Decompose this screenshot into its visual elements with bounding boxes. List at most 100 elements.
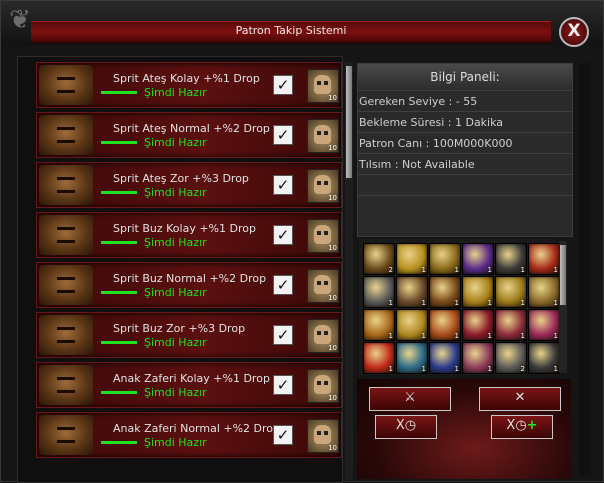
item-quantity: 10 [328,194,337,202]
boss-portrait-icon [39,165,93,205]
item-quantity: 10 [328,244,337,252]
item-quantity: 1 [388,365,393,373]
info-line [358,195,572,216]
boss-checkbox[interactable]: ✓ [273,375,293,395]
gold-gem-icon[interactable]: 1 [429,276,461,308]
boss-portrait-icon [39,215,93,255]
item-quantity: 1 [454,332,459,340]
boss-name: Sprit Buz Zor +%3 Drop [113,322,246,335]
cancel-button[interactable]: ✕ [479,387,561,411]
stone-gear-icon[interactable]: 2 [495,342,527,374]
info-line: Patron Canı : 100M000K000 [358,132,572,153]
mask-icon [314,325,331,344]
boss-row[interactable]: Sprit Buz Zor +%3 Drop Şimdi Hazır ✓ 10 [36,312,342,358]
pink-swirl-icon[interactable]: 1 [462,342,494,374]
inventory-scroll-thumb[interactable] [560,245,566,305]
cross-shield-icon[interactable]: 1 [495,309,527,341]
gold-flower-icon[interactable]: 1 [528,276,560,308]
gold-crown-icon[interactable]: 1 [462,276,494,308]
boss-checkbox[interactable]: ✓ [273,425,293,445]
plus-icon: + [526,418,538,433]
anvil-icon[interactable]: 1 [363,276,395,308]
boss-status: Şimdi Hazır [144,336,207,349]
close-button[interactable]: X [559,17,589,47]
boss-row[interactable]: Sprit Buz Kolay +%1 Drop Şimdi Hazır ✓ 10 [36,212,342,258]
inventory-scrollbar[interactable] [559,241,567,373]
boss-list[interactable]: Sprit Ateş Kolay +%1 Drop Şimdi Hazır ✓ 10 S… [17,56,343,483]
item-quantity: 1 [553,332,558,340]
item-quantity: 1 [553,365,558,373]
black-swirl-icon[interactable]: 1 [528,342,560,374]
boss-row[interactable]: Anak Zaferi Normal +%2 Drop Şimdi Hazır ✓ 1… [36,412,342,458]
boss-reward-item[interactable]: 10 [307,219,339,253]
atom-orb-icon[interactable]: 2 [363,243,395,275]
boss-row[interactable]: Sprit Ateş Normal +%2 Drop Şimdi Hazır ✓ 10 [36,112,342,158]
boss-checkbox[interactable]: ✓ [273,225,293,245]
red-rune-icon[interactable]: 1 [528,243,560,275]
ready-bar [101,191,137,194]
boss-status: Şimdi Hazır [144,436,207,449]
item-quantity: 1 [553,266,558,274]
blue-bag-2-icon[interactable]: 1 [429,342,461,374]
item-quantity: 1 [487,266,492,274]
ready-bar [101,141,137,144]
pink-cross-icon[interactable]: 1 [528,309,560,341]
timer-cancel-button[interactable]: X◷ [375,415,437,439]
blue-bag-icon[interactable]: 1 [396,342,428,374]
mask-icon [314,125,331,144]
warrior-artwork: ⚔ ✕ X◷ X◷+ [357,379,571,479]
timer-add-button[interactable]: X◷+ [491,415,553,439]
title-bar[interactable]: ❦ Patron Takip Sistemi X [1,1,603,47]
boss-portrait-icon [39,265,93,305]
item-quantity: 1 [454,266,459,274]
boss-list-scrollbar[interactable] [345,62,353,480]
boss-row[interactable]: Sprit Buz Normal +%2 Drop Şimdi Hazır ✓ 10 [36,262,342,308]
boss-list-scroll-thumb[interactable] [346,66,352,178]
info-line [358,174,572,195]
boss-reward-item[interactable]: 10 [307,419,339,453]
boss-reward-item[interactable]: 10 [307,169,339,203]
boss-checkbox[interactable]: ✓ [273,325,293,345]
cancel-icon: ✕ [514,390,526,405]
boss-reward-item[interactable]: 10 [307,119,339,153]
mask-icon [314,175,331,194]
bp-badge-icon[interactable]: 1 [495,243,527,275]
purple-potion-icon[interactable]: 1 [462,243,494,275]
boss-checkbox[interactable]: ✓ [273,175,293,195]
item-quantity: 10 [328,344,337,352]
item-quantity: 1 [487,332,492,340]
ready-bar [101,91,137,94]
timer-icon: X◷ [506,418,527,433]
title-band: Patron Takip Sistemi [31,21,551,43]
mask-icon [314,225,331,244]
boss-reward-item[interactable]: 10 [307,269,339,303]
item-quantity: 1 [421,299,426,307]
boss-checkbox[interactable]: ✓ [273,125,293,145]
sword-button[interactable]: ⚔ [369,387,451,411]
gold-scroll-icon[interactable]: 1 [396,243,428,275]
boss-checkbox[interactable]: ✓ [273,275,293,295]
gold-shards-icon[interactable]: 1 [495,276,527,308]
fire-gem-icon[interactable]: 1 [429,309,461,341]
hammer-icon[interactable]: 1 [396,276,428,308]
gold-star-icon[interactable]: 1 [396,309,428,341]
boss-status: Şimdi Hazır [144,136,207,149]
ready-bar [101,391,137,394]
boss-row[interactable]: Sprit Ateş Zor +%3 Drop Şimdi Hazır ✓ 10 [36,162,342,208]
boss-reward-item[interactable]: 10 [307,369,339,403]
boss-reward-item[interactable]: 10 [307,69,339,103]
boss-row[interactable]: Sprit Ateş Kolay +%1 Drop Şimdi Hazır ✓ 10 [36,62,342,108]
gold-chest-icon[interactable]: 1 [429,243,461,275]
timer-cancel-icon: X◷ [395,418,417,433]
boss-row[interactable]: Anak Zaferi Kolay +%1 Drop Şimdi Hazır ✓ 10 [36,362,342,408]
boss-reward-item[interactable]: 10 [307,319,339,353]
mask-icon [314,375,331,394]
boss-portrait-icon [39,415,93,455]
boss-checkbox[interactable]: ✓ [273,75,293,95]
item-quantity: 10 [328,144,337,152]
item-quantity: 1 [454,299,459,307]
boss-portrait-icon [39,365,93,405]
red-gem-icon[interactable]: 1 [462,309,494,341]
red-sword-icon[interactable]: 1 [363,309,395,341]
red-s-badge-icon[interactable]: 1 [363,342,395,374]
